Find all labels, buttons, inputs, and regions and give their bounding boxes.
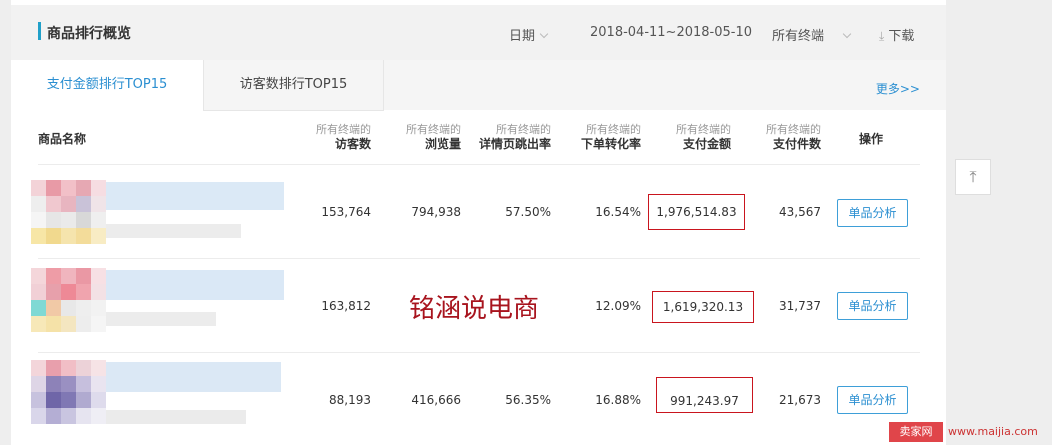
date-label: 日期 bbox=[509, 29, 536, 44]
col-header-label: 支付件数 bbox=[772, 137, 821, 151]
download-button[interactable]: ⤓ 下载 bbox=[879, 25, 914, 44]
page-title: 商品排行概览 bbox=[47, 26, 131, 42]
col-header-label: 浏览量 bbox=[424, 137, 461, 151]
title-accent-bar bbox=[38, 22, 41, 40]
watermark-text: 铭涵说电商 bbox=[409, 294, 540, 324]
cell-amount-highlighted: 1,976,514.83 bbox=[648, 194, 745, 230]
col-header-label: 下单转化率 bbox=[580, 137, 641, 151]
product-ranking-panel: 商品排行概览 日期 2018-04-11~2018-05-10 所有终端 ⤓ 下载… bbox=[11, 0, 946, 445]
col-header-prefix: 所有终端的 bbox=[316, 123, 371, 136]
cell-amount-highlighted: 991,243.97 bbox=[656, 377, 753, 413]
site-url: www.maijia.com bbox=[948, 425, 1038, 438]
single-product-analysis-button[interactable]: 单品分析 bbox=[837, 199, 908, 227]
single-product-analysis-button[interactable]: 单品分析 bbox=[837, 292, 908, 320]
product-thumbnail[interactable] bbox=[31, 180, 106, 260]
download-icon: ⤓ bbox=[879, 29, 885, 43]
cell-conversion: 12.09% bbox=[595, 299, 641, 313]
col-header-label: 支付金额 bbox=[682, 137, 731, 151]
col-header-op: 操作 bbox=[859, 132, 884, 146]
row-divider bbox=[38, 164, 920, 165]
cell-pieces: 43,567 bbox=[779, 205, 821, 219]
cell-amount-highlighted: 1,619,320.13 bbox=[652, 291, 754, 323]
col-header-amount: 所有终端的 支付金额 bbox=[651, 122, 731, 152]
product-title-blurred[interactable] bbox=[106, 182, 284, 210]
col-header-name: 商品名称 bbox=[38, 132, 87, 146]
terminal-selector[interactable]: 所有终端 bbox=[772, 25, 852, 44]
download-label: 下载 bbox=[888, 29, 915, 44]
product-thumbnail[interactable] bbox=[31, 360, 106, 440]
col-header-pageviews: 所有终端的 浏览量 bbox=[381, 122, 461, 152]
date-selector[interactable]: 日期 bbox=[509, 25, 549, 44]
product-subtitle-blurred bbox=[106, 224, 241, 238]
col-header-prefix: 所有终端的 bbox=[766, 123, 821, 136]
col-header-prefix: 所有终端的 bbox=[676, 123, 731, 136]
chevron-down-icon bbox=[539, 29, 549, 39]
row-divider bbox=[38, 258, 920, 259]
cell-visitors: 163,812 bbox=[321, 299, 371, 313]
cell-visitors: 153,764 bbox=[321, 205, 371, 219]
single-product-analysis-button[interactable]: 单品分析 bbox=[837, 386, 908, 414]
product-title-blurred[interactable] bbox=[106, 270, 284, 300]
cell-bounce: 57.50% bbox=[505, 205, 551, 219]
cell-conversion: 16.54% bbox=[595, 205, 641, 219]
col-header-label: 访客数 bbox=[334, 137, 371, 151]
row-divider bbox=[38, 352, 920, 353]
product-thumbnail[interactable] bbox=[31, 268, 106, 348]
scroll-to-top-button[interactable]: ⤒ bbox=[955, 159, 991, 195]
date-range: 2018-04-11~2018-05-10 bbox=[590, 25, 752, 40]
terminal-label: 所有终端 bbox=[772, 29, 825, 44]
cell-pageviews: 794,938 bbox=[411, 205, 461, 219]
col-header-prefix: 所有终端的 bbox=[496, 123, 551, 136]
chevron-down-icon bbox=[842, 29, 852, 39]
tabs-filler bbox=[384, 60, 946, 110]
col-header-bounce: 所有终端的 详情页跳出率 bbox=[471, 122, 551, 152]
cell-conversion: 16.88% bbox=[595, 393, 641, 407]
ranking-tabs: 支付金额排行TOP15 访客数排行TOP15 更多>> bbox=[11, 60, 946, 111]
panel-header: 商品排行概览 日期 2018-04-11~2018-05-10 所有终端 ⤓ 下载 bbox=[11, 5, 946, 60]
product-subtitle-blurred bbox=[106, 410, 246, 424]
col-header-conversion: 所有终端的 下单转化率 bbox=[561, 122, 641, 152]
cell-pieces: 21,673 bbox=[779, 393, 821, 407]
product-subtitle-blurred bbox=[106, 312, 216, 326]
cell-pageviews: 416,666 bbox=[411, 393, 461, 407]
col-header-pieces: 所有终端的 支付件数 bbox=[741, 122, 821, 152]
col-header-label: 详情页跳出率 bbox=[478, 137, 551, 151]
tab-visitors[interactable]: 访客数排行TOP15 bbox=[204, 60, 384, 111]
col-header-prefix: 所有终端的 bbox=[586, 123, 641, 136]
cell-bounce: 56.35% bbox=[505, 393, 551, 407]
col-header-visitors: 所有终端的 访客数 bbox=[291, 122, 371, 152]
tab-payment-amount[interactable]: 支付金额排行TOP15 bbox=[11, 60, 204, 111]
cell-pieces: 31,737 bbox=[779, 299, 821, 313]
arrow-up-to-top-icon: ⤒ bbox=[969, 167, 977, 186]
cell-visitors: 88,193 bbox=[329, 393, 371, 407]
more-link[interactable]: 更多>> bbox=[876, 80, 920, 97]
col-header-prefix: 所有终端的 bbox=[406, 123, 461, 136]
product-title-blurred[interactable] bbox=[106, 362, 281, 392]
site-logo: 卖家网 bbox=[889, 422, 943, 442]
